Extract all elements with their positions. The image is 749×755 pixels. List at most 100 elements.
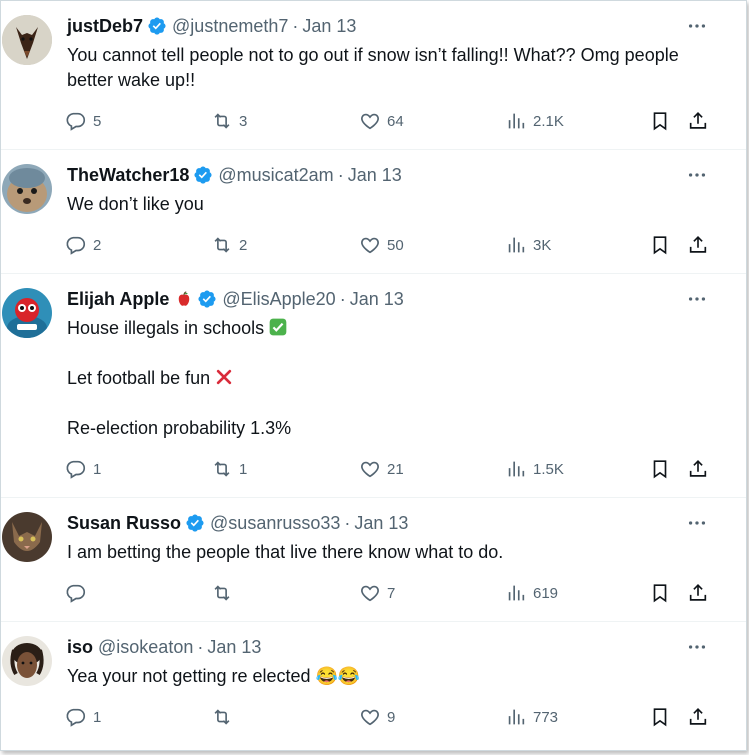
like-button[interactable]: 64 [359, 109, 404, 133]
like-count: 7 [387, 584, 396, 602]
reply-button[interactable]: 2 [65, 233, 101, 257]
share-button[interactable] [687, 109, 709, 133]
tweet-date[interactable]: Jan 13 [350, 288, 404, 310]
more-icon[interactable] [686, 288, 710, 308]
tweet-date[interactable]: Jan 13 [354, 512, 408, 534]
like-button[interactable]: 9 [359, 705, 395, 729]
share-button[interactable] [687, 705, 709, 729]
reply-button[interactable]: 1 [65, 705, 101, 729]
bookmark-button[interactable] [649, 233, 671, 257]
views-button[interactable]: 619 [505, 581, 558, 605]
reply-button[interactable]: 5 [65, 109, 101, 133]
avatar[interactable] [2, 636, 52, 686]
like-count: 9 [387, 708, 396, 726]
like-icon [361, 237, 379, 254]
views-button[interactable]: 2.1K [505, 109, 564, 133]
action-bar: 7 619 [65, 581, 725, 605]
cross-mark-emoji-icon [216, 369, 232, 385]
retweet-icon [214, 113, 230, 129]
like-button[interactable]: 50 [359, 233, 404, 257]
bookmark-button[interactable] [649, 109, 671, 133]
display-name[interactable]: iso [67, 636, 93, 658]
bookmark-icon [653, 460, 667, 479]
more-icon[interactable] [686, 636, 710, 656]
avatar[interactable] [2, 15, 52, 65]
bookmark-button[interactable] [649, 705, 671, 729]
bookmark-icon [653, 708, 667, 727]
tweet-line: Let football be fun [67, 368, 211, 388]
like-icon [361, 709, 379, 726]
tweet[interactable]: justDeb7 @justnemeth7 · Jan 13 You canno… [1, 1, 746, 150]
tweet[interactable]: Elijah Apple @ElisApple20 · Jan 13 House… [1, 274, 746, 498]
bookmark-icon [653, 584, 667, 603]
like-count: 21 [387, 460, 404, 478]
retweet-button[interactable] [211, 705, 239, 729]
share-icon [689, 236, 707, 253]
views-button[interactable]: 1.5K [505, 457, 564, 481]
reply-button[interactable] [65, 581, 93, 605]
view-count: 1.5K [533, 460, 564, 478]
views-button[interactable]: 3K [505, 233, 551, 257]
more-icon[interactable] [686, 15, 710, 35]
avatar[interactable] [2, 512, 52, 562]
tweet-header: justDeb7 @justnemeth7 · Jan 13 [67, 15, 356, 37]
retweet-button[interactable]: 2 [211, 233, 247, 257]
reply-icon [66, 112, 86, 131]
reply-button[interactable]: 1 [65, 457, 101, 481]
tweet-date[interactable]: Jan 13 [207, 636, 261, 658]
share-button[interactable] [687, 581, 709, 605]
tweet[interactable]: iso @isokeaton · Jan 13 Yea your not get… [1, 622, 746, 750]
user-handle[interactable]: @justnemeth7 [172, 15, 288, 37]
like-button[interactable]: 7 [359, 581, 395, 605]
user-handle[interactable]: @ElisApple20 [222, 288, 335, 310]
reply-icon [66, 584, 86, 603]
bookmark-icon [653, 236, 667, 255]
tweet-date[interactable]: Jan 13 [348, 164, 402, 186]
bookmark-icon [653, 112, 667, 131]
tweet-header: Elijah Apple @ElisApple20 · Jan 13 [67, 288, 404, 310]
share-button[interactable] [687, 457, 709, 481]
like-icon [361, 113, 379, 130]
check-mark-emoji-icon [269, 318, 287, 336]
like-icon [361, 585, 379, 602]
tweet-text: Yea your not getting re elected 😂😂 [67, 664, 697, 689]
tweet-date[interactable]: Jan 13 [302, 15, 356, 37]
retweet-button[interactable]: 1 [211, 457, 247, 481]
like-icon [361, 461, 379, 478]
retweet-button[interactable]: 3 [211, 109, 247, 133]
display-name[interactable]: Elijah Apple [67, 288, 169, 310]
reply-count: 1 [93, 708, 102, 726]
tweet-header: Susan Russo @susanrusso33 · Jan 13 [67, 512, 408, 534]
reply-count: 2 [93, 236, 102, 254]
bookmark-button[interactable] [649, 457, 671, 481]
tweet-line: House illegals in schools [67, 318, 265, 338]
display-name[interactable]: justDeb7 [67, 15, 143, 37]
user-handle[interactable]: @isokeaton [98, 636, 193, 658]
retweet-count: 1 [239, 460, 248, 478]
display-name[interactable]: TheWatcher18 [67, 164, 189, 186]
views-icon [508, 237, 525, 253]
like-count: 50 [387, 236, 404, 254]
verified-badge-icon [148, 17, 166, 35]
tweet[interactable]: TheWatcher18 @musicat2am · Jan 13 We don… [1, 150, 746, 274]
retweet-icon [214, 461, 230, 477]
avatar[interactable] [2, 164, 52, 214]
share-icon [689, 460, 707, 477]
user-handle[interactable]: @susanrusso33 [210, 512, 340, 534]
display-name[interactable]: Susan Russo [67, 512, 181, 534]
views-button[interactable]: 773 [505, 705, 558, 729]
avatar[interactable] [2, 288, 52, 338]
bookmark-button[interactable] [649, 581, 671, 605]
separator-dot: · [292, 16, 299, 36]
retweet-button[interactable] [211, 581, 239, 605]
retweet-icon [214, 585, 230, 601]
share-button[interactable] [687, 233, 709, 257]
view-count: 773 [533, 708, 559, 726]
more-icon[interactable] [686, 512, 710, 532]
separator-dot: · [337, 165, 344, 185]
user-handle[interactable]: @musicat2am [218, 164, 333, 186]
apple-emoji-icon [179, 291, 190, 306]
tweet[interactable]: Susan Russo @susanrusso33 · Jan 13 I am … [1, 498, 746, 622]
like-button[interactable]: 21 [359, 457, 404, 481]
more-icon[interactable] [686, 164, 710, 184]
